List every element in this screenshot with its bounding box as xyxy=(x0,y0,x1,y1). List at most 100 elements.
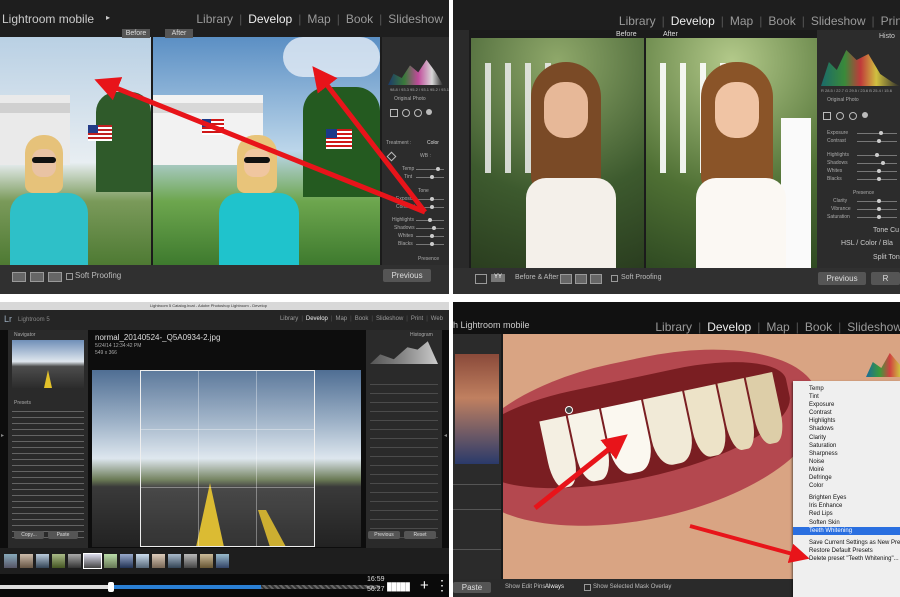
module-develop[interactable]: Develop xyxy=(671,14,715,28)
add-icon[interactable]: + xyxy=(420,577,429,594)
exposure-slider[interactable] xyxy=(857,131,897,135)
soft-proofing-checkbox[interactable] xyxy=(66,273,73,280)
filmstrip-thumb[interactable] xyxy=(168,554,181,568)
tone-curve-section[interactable]: Tone Cu xyxy=(873,227,899,234)
menu-item-shadows[interactable]: Shadows xyxy=(793,425,900,433)
previous-button[interactable]: Previous xyxy=(818,272,866,285)
contrast-slider[interactable] xyxy=(416,205,444,209)
filmstrip-thumb[interactable] xyxy=(120,554,133,568)
module-develop[interactable]: Develop xyxy=(707,320,751,334)
menu-item-temp[interactable]: Temp xyxy=(793,385,900,393)
filmstrip-thumb[interactable] xyxy=(52,554,65,568)
blacks-slider[interactable] xyxy=(857,177,897,181)
menu-item-highlights[interactable]: Highlights xyxy=(793,417,900,425)
reset-button[interactable]: Reset xyxy=(404,531,436,539)
highlights-slider[interactable] xyxy=(416,218,444,222)
vibrance-slider[interactable] xyxy=(857,207,897,211)
paste-button[interactable]: Paste xyxy=(453,582,491,593)
module-book[interactable]: Book xyxy=(768,14,795,28)
previous-button[interactable]: Previous xyxy=(368,531,400,539)
red-eye-icon[interactable] xyxy=(414,109,422,117)
red-eye-icon[interactable] xyxy=(849,112,857,120)
module-slideshow[interactable]: Slideshow xyxy=(811,14,866,28)
soft-proofing-checkbox[interactable] xyxy=(611,275,618,282)
right-collapse-arrow-icon[interactable]: ◂ xyxy=(444,432,447,439)
module-map[interactable]: Map xyxy=(307,12,330,26)
menu-item-contrast[interactable]: Contrast xyxy=(793,409,900,417)
filmstrip-thumb[interactable] xyxy=(104,554,117,568)
loupe-view-icon[interactable] xyxy=(475,274,487,284)
show-edit-pins-select[interactable]: Always xyxy=(545,584,564,590)
menu-item-exposure[interactable]: Exposure xyxy=(793,401,900,409)
shadows-slider[interactable] xyxy=(857,161,897,165)
module-map[interactable]: Map xyxy=(730,14,753,28)
more-icon[interactable]: ⋮ xyxy=(435,577,449,594)
module-slideshow[interactable]: Slideshow xyxy=(388,12,443,26)
menu-item-clarity[interactable]: Clarity xyxy=(793,434,900,442)
left-collapse-arrow-icon[interactable]: ▸ xyxy=(1,432,4,439)
whites-slider[interactable] xyxy=(857,169,897,173)
swap-before-after-icon[interactable] xyxy=(30,272,44,282)
brand-menu-arrow-icon[interactable]: ▸ xyxy=(106,13,110,22)
filmstrip-thumb[interactable] xyxy=(20,554,33,568)
menu-item-delete-preset[interactable]: Delete preset "Teeth Whitening"... xyxy=(793,555,900,563)
split-toning-section[interactable]: Split Ton xyxy=(873,254,900,261)
view-mode-icon[interactable] xyxy=(12,272,26,282)
menu-item-brighten-eyes[interactable]: Brighten Eyes xyxy=(793,494,900,502)
copy-before-icon[interactable] xyxy=(575,274,587,284)
module-map[interactable]: Map xyxy=(766,320,789,334)
previous-button[interactable]: Previous xyxy=(383,269,431,282)
filmstrip-thumb[interactable] xyxy=(152,554,165,568)
temp-slider[interactable] xyxy=(416,167,444,171)
module-map[interactable]: Map xyxy=(335,316,347,322)
crop-tool-icon[interactable] xyxy=(390,109,398,117)
brush-tool-icon[interactable] xyxy=(862,112,868,118)
contrast-slider[interactable] xyxy=(857,139,897,143)
whites-slider[interactable] xyxy=(416,234,444,238)
menu-item-restore-presets[interactable]: Restore Default Presets xyxy=(793,547,900,555)
module-develop[interactable]: Develop xyxy=(248,12,292,26)
swap-icon[interactable] xyxy=(560,274,572,284)
hsl-section[interactable]: HSL / Color / Bla xyxy=(841,240,893,247)
shadows-slider[interactable] xyxy=(416,226,444,230)
module-library[interactable]: Library xyxy=(619,14,656,28)
module-book[interactable]: Book xyxy=(805,320,832,334)
module-print[interactable]: Print xyxy=(411,316,423,322)
filmstrip-thumb[interactable] xyxy=(216,554,229,568)
menu-item-noise[interactable]: Noise xyxy=(793,458,900,466)
clarity-slider[interactable] xyxy=(857,199,897,203)
spot-removal-icon[interactable] xyxy=(836,112,844,120)
copy-after-icon[interactable] xyxy=(590,274,602,284)
menu-item-defringe[interactable]: Defringe xyxy=(793,474,900,482)
module-library[interactable]: Library xyxy=(655,320,692,334)
show-mask-checkbox[interactable] xyxy=(584,584,591,591)
filmstrip-thumb[interactable] xyxy=(184,554,197,568)
reset-button[interactable]: R xyxy=(871,272,900,285)
exposure-slider[interactable] xyxy=(416,197,444,201)
module-library[interactable]: Library xyxy=(280,316,298,322)
menu-item-color[interactable]: Color xyxy=(793,482,900,490)
volume-icon[interactable]: ▮▮▮▮▮ xyxy=(386,579,411,593)
saturation-slider[interactable] xyxy=(857,215,897,219)
menu-item-soften-skin[interactable]: Soften Skin xyxy=(793,519,900,527)
menu-item-teeth-whitening[interactable]: Teeth Whitening xyxy=(793,526,900,535)
yy-view-icon[interactable]: YY xyxy=(491,274,505,282)
tint-slider[interactable] xyxy=(416,175,444,179)
menu-item-iris-enhance[interactable]: Iris Enhance xyxy=(793,502,900,510)
menu-item-sharpness[interactable]: Sharpness xyxy=(793,450,900,458)
paste-button[interactable]: Paste xyxy=(48,531,78,539)
progress-handle[interactable] xyxy=(108,582,114,592)
filmstrip-thumb-selected[interactable] xyxy=(83,553,102,569)
module-slideshow[interactable]: Slideshow xyxy=(847,320,900,334)
filmstrip-thumb[interactable] xyxy=(4,554,17,568)
menu-item-red-lips[interactable]: Red Lips xyxy=(793,510,900,518)
module-library[interactable]: Library xyxy=(196,12,233,26)
menu-item-save-preset[interactable]: Save Current Settings as New Preset... xyxy=(793,539,900,547)
filmstrip-thumb[interactable] xyxy=(68,554,81,568)
brush-tool-icon[interactable] xyxy=(426,109,432,115)
crop-tool-icon[interactable] xyxy=(823,112,831,120)
copy-settings-icon[interactable] xyxy=(48,272,62,282)
filmstrip-thumb[interactable] xyxy=(36,554,49,568)
crop-overlay[interactable] xyxy=(140,370,315,547)
module-print[interactable]: Prin xyxy=(881,14,900,28)
